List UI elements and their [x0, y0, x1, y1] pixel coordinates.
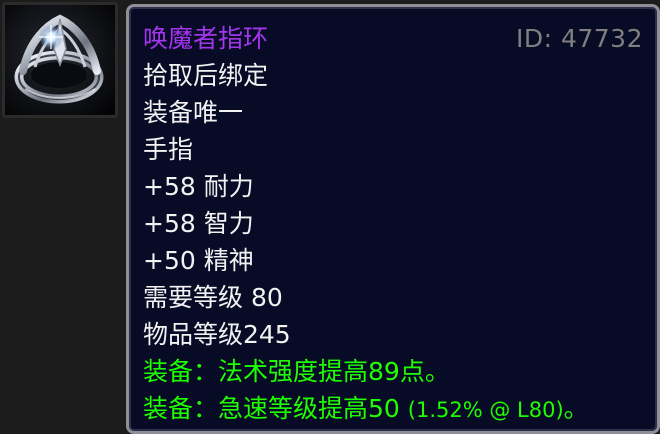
item-name: 唤魔者指环: [143, 24, 269, 53]
item-tooltip: 唤魔者指环 ID: 47732 拾取后绑定 装备唯一 手指 +58 耐力 +58…: [126, 4, 660, 434]
equip-effect-spell-power: 装备：法术强度提高89点。: [143, 357, 450, 387]
silver-ring-icon: [5, 5, 115, 115]
equip-prefix: 装备：: [143, 357, 219, 386]
binding-text: 拾取后绑定: [143, 61, 269, 90]
equip-effect-suffix: 。: [563, 394, 589, 423]
equip-effect-text: 急速等级提高50: [218, 394, 400, 423]
slot-text: 手指: [143, 135, 194, 164]
equip-prefix: 装备：: [143, 394, 219, 423]
item-icon-frame[interactable]: [2, 2, 118, 118]
stat-intellect: +58 智力: [143, 209, 254, 238]
required-level: 需要等级 80: [143, 283, 283, 312]
stat-stamina: +58 耐力: [143, 172, 254, 201]
haste-percent-detail: (1.52% @ L80): [407, 398, 564, 422]
equip-effect-haste: 装备：急速等级提高50 (1.52% @ L80)。: [143, 394, 589, 425]
item-level: 物品等级245: [143, 320, 291, 349]
unique-text: 装备唯一: [143, 98, 244, 127]
item-id: ID: 47732: [515, 24, 643, 53]
equip-effect-text: 法术强度提高89点。: [218, 357, 450, 386]
stat-spirit: +50 精神: [143, 246, 254, 275]
